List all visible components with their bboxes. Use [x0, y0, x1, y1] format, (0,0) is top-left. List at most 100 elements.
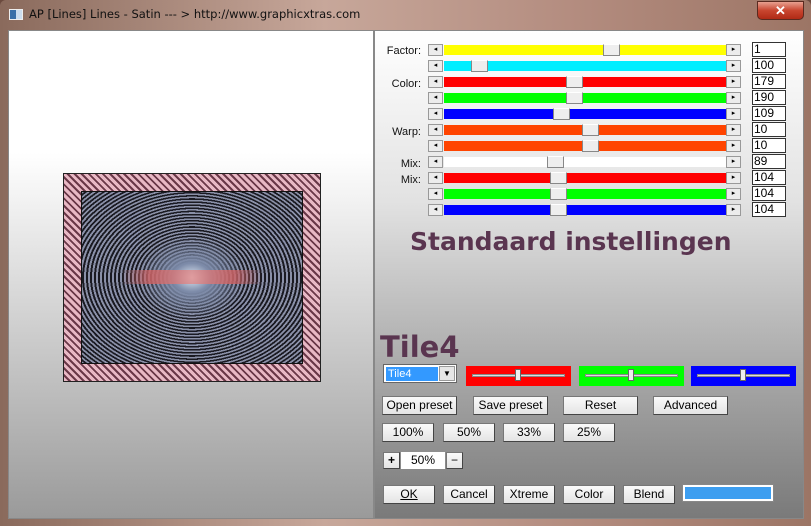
- slider-thumb[interactable]: [550, 188, 567, 200]
- slider-thumb[interactable]: [550, 204, 567, 216]
- zoom-50-button[interactable]: 50%: [443, 423, 495, 442]
- swatch-slider-thumb[interactable]: [627, 369, 634, 381]
- red-swatch-slider[interactable]: [466, 366, 571, 386]
- slider-track[interactable]: [444, 44, 726, 56]
- slider-track[interactable]: [444, 124, 726, 136]
- arrow-right-icon[interactable]: ▸: [726, 124, 741, 136]
- advanced-button[interactable]: Advanced: [653, 396, 728, 415]
- blend-button[interactable]: Blend: [623, 485, 675, 504]
- slider-thumb[interactable]: [566, 76, 583, 88]
- arrow-left-icon[interactable]: ◂: [428, 204, 443, 216]
- chevron-down-icon[interactable]: ▼: [439, 366, 455, 381]
- arrow-right-icon[interactable]: ▸: [726, 188, 741, 200]
- ok-button[interactable]: OK: [383, 485, 435, 504]
- slider-thumb[interactable]: [566, 92, 583, 104]
- blend-color-swatch[interactable]: [682, 484, 774, 502]
- slider-value[interactable]: 1: [752, 42, 786, 57]
- arrow-right-icon[interactable]: ▸: [726, 156, 741, 168]
- arrow-left-icon[interactable]: ◂: [428, 156, 443, 168]
- arrow-right-icon[interactable]: ▸: [726, 172, 741, 184]
- arrow-left-icon[interactable]: ◂: [428, 140, 443, 152]
- slider-thumb[interactable]: [550, 172, 567, 184]
- slider-track[interactable]: [444, 108, 726, 120]
- slider[interactable]: ◂ ▸: [428, 204, 741, 216]
- slider-value[interactable]: 10: [752, 138, 786, 153]
- slider-thumb[interactable]: [603, 44, 620, 56]
- slider-track[interactable]: [444, 204, 726, 216]
- green-swatch-slider[interactable]: [579, 366, 684, 386]
- arrow-left-icon[interactable]: ◂: [428, 44, 443, 56]
- arrow-right-icon[interactable]: ▸: [726, 60, 741, 72]
- zoom-out-button[interactable]: −: [446, 452, 463, 469]
- arrow-right-icon[interactable]: ▸: [726, 92, 741, 104]
- slider-value[interactable]: 190: [752, 90, 786, 105]
- save-preset-button[interactable]: Save preset: [473, 396, 548, 415]
- arrow-left-icon[interactable]: ◂: [428, 188, 443, 200]
- slider-track[interactable]: [444, 156, 726, 168]
- slider[interactable]: ◂ ▸: [428, 76, 741, 88]
- arrow-right-icon[interactable]: ▸: [726, 76, 741, 88]
- slider-thumb[interactable]: [582, 140, 599, 152]
- settings-heading: Standaard instellingen: [410, 227, 732, 256]
- slider-thumb[interactable]: [547, 156, 564, 168]
- slider-value[interactable]: 10: [752, 122, 786, 137]
- slider[interactable]: ◂ ▸: [428, 92, 741, 104]
- slider-thumb[interactable]: [553, 108, 570, 120]
- zoom-value: 50%: [401, 452, 445, 469]
- arrow-left-icon[interactable]: ◂: [428, 92, 443, 104]
- slider-track[interactable]: [444, 60, 726, 72]
- arrow-left-icon[interactable]: ◂: [428, 108, 443, 120]
- slider-thumb[interactable]: [471, 60, 488, 72]
- arrow-left-icon[interactable]: ◂: [428, 172, 443, 184]
- slider[interactable]: ◂ ▸: [428, 44, 741, 56]
- arrow-right-icon[interactable]: ▸: [726, 44, 741, 56]
- xtreme-button[interactable]: Xtreme: [503, 485, 555, 504]
- arrow-right-icon[interactable]: ▸: [726, 204, 741, 216]
- slider[interactable]: ◂ ▸: [428, 172, 741, 184]
- arrow-left-icon[interactable]: ◂: [428, 60, 443, 72]
- arrow-left-icon[interactable]: ◂: [428, 76, 443, 88]
- slider-track[interactable]: [444, 188, 726, 200]
- zoom-33-button[interactable]: 33%: [503, 423, 555, 442]
- swatch-slider-thumb[interactable]: [739, 369, 746, 381]
- slider-track[interactable]: [444, 76, 726, 88]
- slider[interactable]: ◂ ▸: [428, 156, 741, 168]
- arrow-left-icon[interactable]: ◂: [428, 124, 443, 136]
- slider-value[interactable]: 179: [752, 74, 786, 89]
- slider-value[interactable]: 104: [752, 170, 786, 185]
- preset-select[interactable]: Tile4 ▼: [383, 364, 457, 383]
- close-button[interactable]: ✕: [757, 1, 804, 20]
- slider-value[interactable]: 100: [752, 58, 786, 73]
- slider-track[interactable]: [444, 92, 726, 104]
- slider-value[interactable]: 104: [752, 202, 786, 217]
- cancel-button[interactable]: Cancel: [443, 485, 495, 504]
- preset-select-value: Tile4: [386, 367, 438, 381]
- close-icon: ✕: [775, 3, 786, 18]
- arrow-right-icon[interactable]: ▸: [726, 140, 741, 152]
- arrow-right-icon[interactable]: ▸: [726, 108, 741, 120]
- swatch-slider-thumb[interactable]: [514, 369, 521, 381]
- slider-thumb[interactable]: [582, 124, 599, 136]
- slider-value[interactable]: 109: [752, 106, 786, 121]
- zoom-25-button[interactable]: 25%: [563, 423, 615, 442]
- mix-label-2: Mix:: [400, 174, 421, 186]
- color-button[interactable]: Color: [563, 485, 615, 504]
- slider-track[interactable]: [444, 140, 726, 152]
- open-preset-button[interactable]: Open preset: [382, 396, 457, 415]
- slider-value[interactable]: 89: [752, 154, 786, 169]
- slider[interactable]: ◂ ▸: [428, 60, 741, 72]
- zoom-in-button[interactable]: +: [383, 452, 400, 469]
- slider[interactable]: ◂ ▸: [428, 140, 741, 152]
- slider-track[interactable]: [444, 172, 726, 184]
- slider[interactable]: ◂ ▸: [428, 124, 741, 136]
- title-bar: AP [Lines] Lines - Satin --- > http://ww…: [0, 0, 811, 30]
- slider[interactable]: ◂ ▸: [428, 188, 741, 200]
- zoom-100-button[interactable]: 100%: [382, 423, 434, 442]
- slider-value[interactable]: 104: [752, 186, 786, 201]
- reset-button[interactable]: Reset: [563, 396, 638, 415]
- preview-image[interactable]: [63, 173, 321, 382]
- blue-swatch-slider[interactable]: [691, 366, 796, 386]
- slider[interactable]: ◂ ▸: [428, 108, 741, 120]
- app-icon: [9, 9, 23, 20]
- preview-panel: [8, 30, 374, 519]
